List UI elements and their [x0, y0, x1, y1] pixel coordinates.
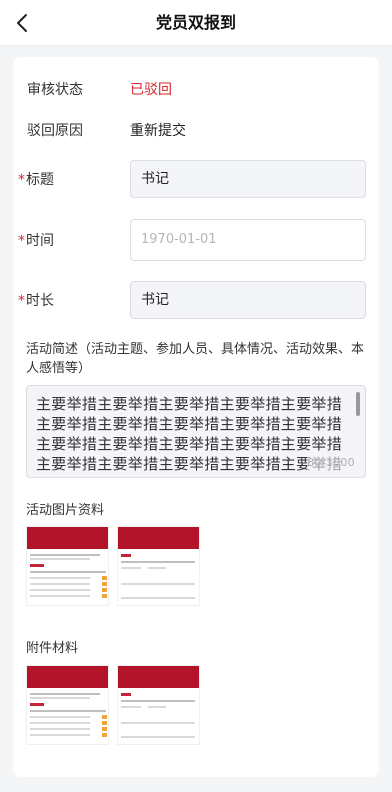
activity-image-thumbnail[interactable]: [117, 526, 200, 606]
form-card: 审核状态 已驳回 驳回原因 重新提交 *标题 书记 *时间 1970-01-01…: [13, 57, 379, 777]
thumbnail-header: [118, 666, 199, 688]
title-label: *标题: [18, 172, 54, 188]
thumbnail-header: [27, 527, 108, 549]
thumbnail-header: [27, 666, 108, 688]
activity-description-textarea[interactable]: 主要举措主要举措主要举措主要举措主要举措主要举措主要举措主要举措主要举措主要举措…: [26, 385, 366, 478]
review-status-row: 审核状态 已驳回: [13, 79, 379, 101]
attachment-thumbnail[interactable]: [26, 665, 109, 745]
required-mark: *: [18, 233, 25, 249]
reject-reason-value: 重新提交: [130, 123, 186, 139]
required-mark: *: [18, 172, 25, 188]
title-field[interactable]: 书记: [130, 160, 366, 198]
thumbnail-header: [118, 527, 199, 549]
page-title: 党员双报到: [155, 13, 236, 32]
activity-images-title: 活动图片资料: [26, 503, 105, 518]
required-mark: *: [18, 293, 25, 309]
activity-description-text: 主要举措主要举措主要举措主要举措主要举措主要举措主要举措主要举措主要举措主要举措…: [36, 395, 343, 473]
time-picker-field[interactable]: 1970-01-01: [130, 219, 366, 261]
attachments-title: 附件材料: [26, 641, 79, 656]
character-counter: 80/1000: [307, 453, 355, 473]
activity-image-thumbnail[interactable]: [26, 526, 109, 606]
title-row: *标题 书记: [13, 160, 379, 198]
review-status-label: 审核状态: [27, 82, 83, 98]
duration-label: *时长: [18, 293, 54, 309]
time-row: *时间 1970-01-01: [13, 219, 379, 261]
duration-field[interactable]: 书记: [130, 281, 366, 319]
duration-row: *时长 书记: [13, 281, 379, 319]
reject-reason-label: 驳回原因: [27, 123, 83, 139]
activity-description-label: 活动简述（活动主题、参加人员、具体情况、活动效果、本人感悟等）: [26, 342, 365, 376]
review-status-value: 已驳回: [130, 82, 172, 98]
reject-reason-row: 驳回原因 重新提交: [13, 120, 379, 142]
nav-bar: 党员双报到: [0, 0, 392, 46]
attachment-thumbnail[interactable]: [117, 665, 200, 745]
time-label: *时间: [18, 233, 54, 249]
textarea-scrollbar[interactable]: [356, 392, 360, 416]
